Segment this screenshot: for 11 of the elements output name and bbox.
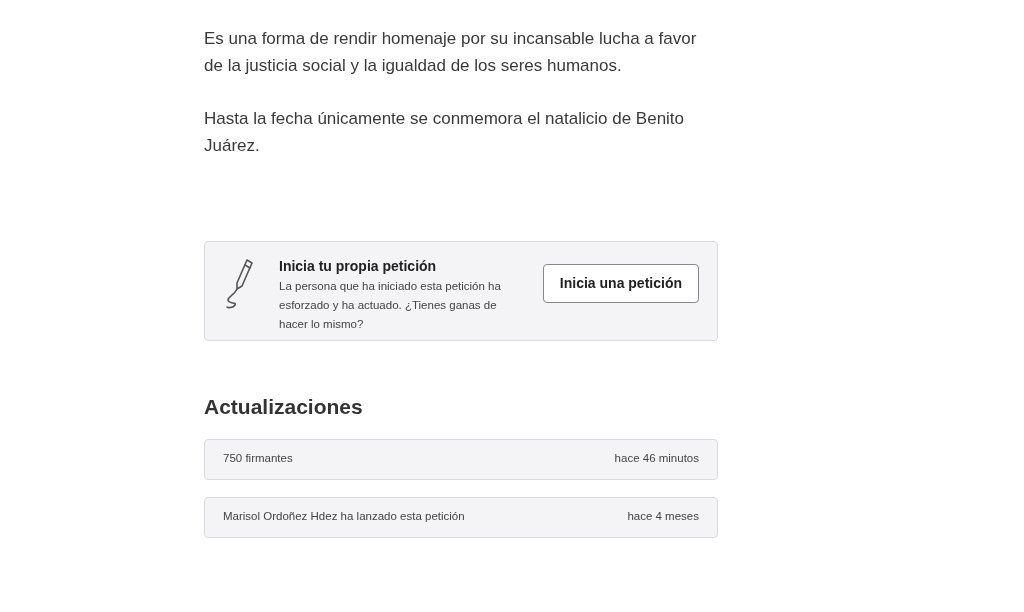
update-time: hace 46 minutos (614, 451, 699, 467)
petition-title: Inicia tu propia petición (279, 257, 438, 276)
paragraph: Hasta la fecha únicamente se conmemora el natalicio de Benito Juárez. (204, 108, 686, 157)
update-time: hace 4 meses (627, 509, 699, 525)
paragraph: Es una forma de rendir homenaje por su incansable lucha a favor de la justicia social y la igualdad de los seres humanos. (204, 28, 698, 77)
pen-signature-icon (225, 258, 255, 310)
petition-description: La persona que ha iniciado esta petición ha esforzado y ha actuado. ¿Tienes ganas de hacer lo mismo? (279, 279, 502, 332)
start-petition-button[interactable]: Inicia una petición (542, 264, 699, 303)
update-text: Marisol Ordoñez Hdez ha lanzado esta petición (223, 509, 465, 525)
section-heading: Actualizaciones (204, 394, 364, 420)
update-text: 750 firmantes (223, 451, 293, 467)
